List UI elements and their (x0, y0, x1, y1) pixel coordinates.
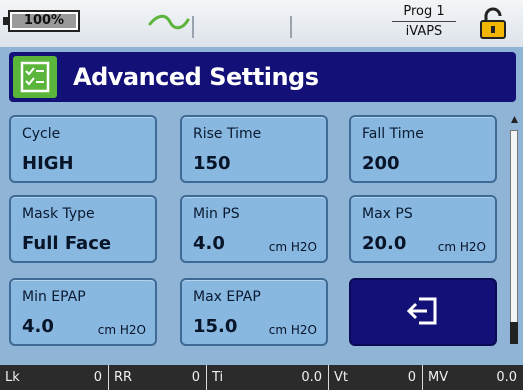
readout-leak: Lk 0 (0, 365, 108, 390)
readout-key: Lk (5, 370, 20, 385)
battery-label: 100% (23, 13, 65, 28)
program-indicator: Prog 1 iVAPS (388, 4, 460, 39)
readout-value: 0 (191, 370, 200, 385)
tile-value: 15.0 (193, 316, 238, 337)
readout-inspiratory-time: Ti 0.0 (206, 365, 328, 390)
min-epap-setting-button[interactable]: Min EPAP 4.0 cm H2O (9, 278, 157, 346)
fall-time-setting-button[interactable]: Fall Time 200 (349, 115, 497, 183)
tile-label: Min PS (193, 206, 240, 222)
readout-key: Ti (212, 370, 224, 385)
scrollbar-thumb[interactable] (510, 322, 518, 344)
readout-value: 0 (93, 370, 102, 385)
tile-unit: cm H2O (268, 240, 317, 254)
tile-value: Full Face (22, 233, 112, 254)
tile-value: 4.0 (193, 233, 225, 254)
battery-terminal (3, 17, 8, 25)
exit-back-icon (406, 297, 437, 325)
tile-unit: cm H2O (437, 240, 486, 254)
tile-label: Max EPAP (193, 289, 261, 305)
max-epap-setting-button[interactable]: Max EPAP 15.0 cm H2O (180, 278, 328, 346)
breath-wave-icon (148, 14, 190, 30)
tile-label: Max PS (362, 206, 413, 222)
settings-checklist-icon (13, 56, 57, 98)
status-divider (192, 16, 194, 38)
tile-unit: cm H2O (268, 323, 317, 337)
tile-label: Fall Time (362, 126, 424, 142)
status-divider (290, 16, 292, 38)
tile-label: Min EPAP (22, 289, 86, 305)
max-ps-setting-button[interactable]: Max PS 20.0 cm H2O (349, 195, 497, 263)
readout-key: Vt (334, 370, 348, 385)
back-button[interactable] (349, 278, 497, 346)
readout-key: RR (114, 370, 133, 385)
readout-minute-volume: MV 0.0 (422, 365, 523, 390)
readout-value: 0 (407, 370, 416, 385)
readout-resp-rate: RR 0 (108, 365, 206, 390)
page-title-bar: Advanced Settings (9, 52, 516, 102)
readout-tidal-volume: Vt 0 (328, 365, 422, 390)
readout-key: MV (428, 370, 449, 385)
page-title: Advanced Settings (73, 63, 319, 91)
tile-value: 20.0 (362, 233, 407, 254)
program-name: Prog 1 (403, 4, 445, 19)
battery-indicator: 100% (3, 10, 80, 32)
readout-value: 0.0 (301, 370, 322, 385)
tile-label: Rise Time (193, 126, 262, 142)
tile-label: Cycle (22, 126, 61, 142)
tile-value: 4.0 (22, 316, 54, 337)
cycle-setting-button[interactable]: Cycle HIGH (9, 115, 157, 183)
rise-time-setting-button[interactable]: Rise Time 150 (180, 115, 328, 183)
scrollbar-track[interactable] (510, 130, 518, 344)
tile-unit: cm H2O (97, 323, 146, 337)
tile-value: 200 (362, 153, 400, 174)
mask-type-setting-button[interactable]: Mask Type Full Face (9, 195, 157, 263)
monitoring-readout-bar: Lk 0 RR 0 Ti 0.0 Vt 0 MV 0.0 (0, 365, 523, 390)
tile-value: 150 (193, 153, 231, 174)
status-bar: 100% Prog 1 iVAPS (0, 0, 523, 47)
tile-value: HIGH (22, 153, 74, 174)
tile-label: Mask Type (22, 206, 95, 222)
readout-value: 0.0 (496, 370, 517, 385)
padlock-icon[interactable] (478, 6, 508, 40)
program-mode: iVAPS (405, 24, 443, 39)
program-divider (392, 21, 456, 22)
min-ps-setting-button[interactable]: Min PS 4.0 cm H2O (180, 195, 328, 263)
scroll-up-arrow-icon[interactable] (510, 115, 519, 127)
